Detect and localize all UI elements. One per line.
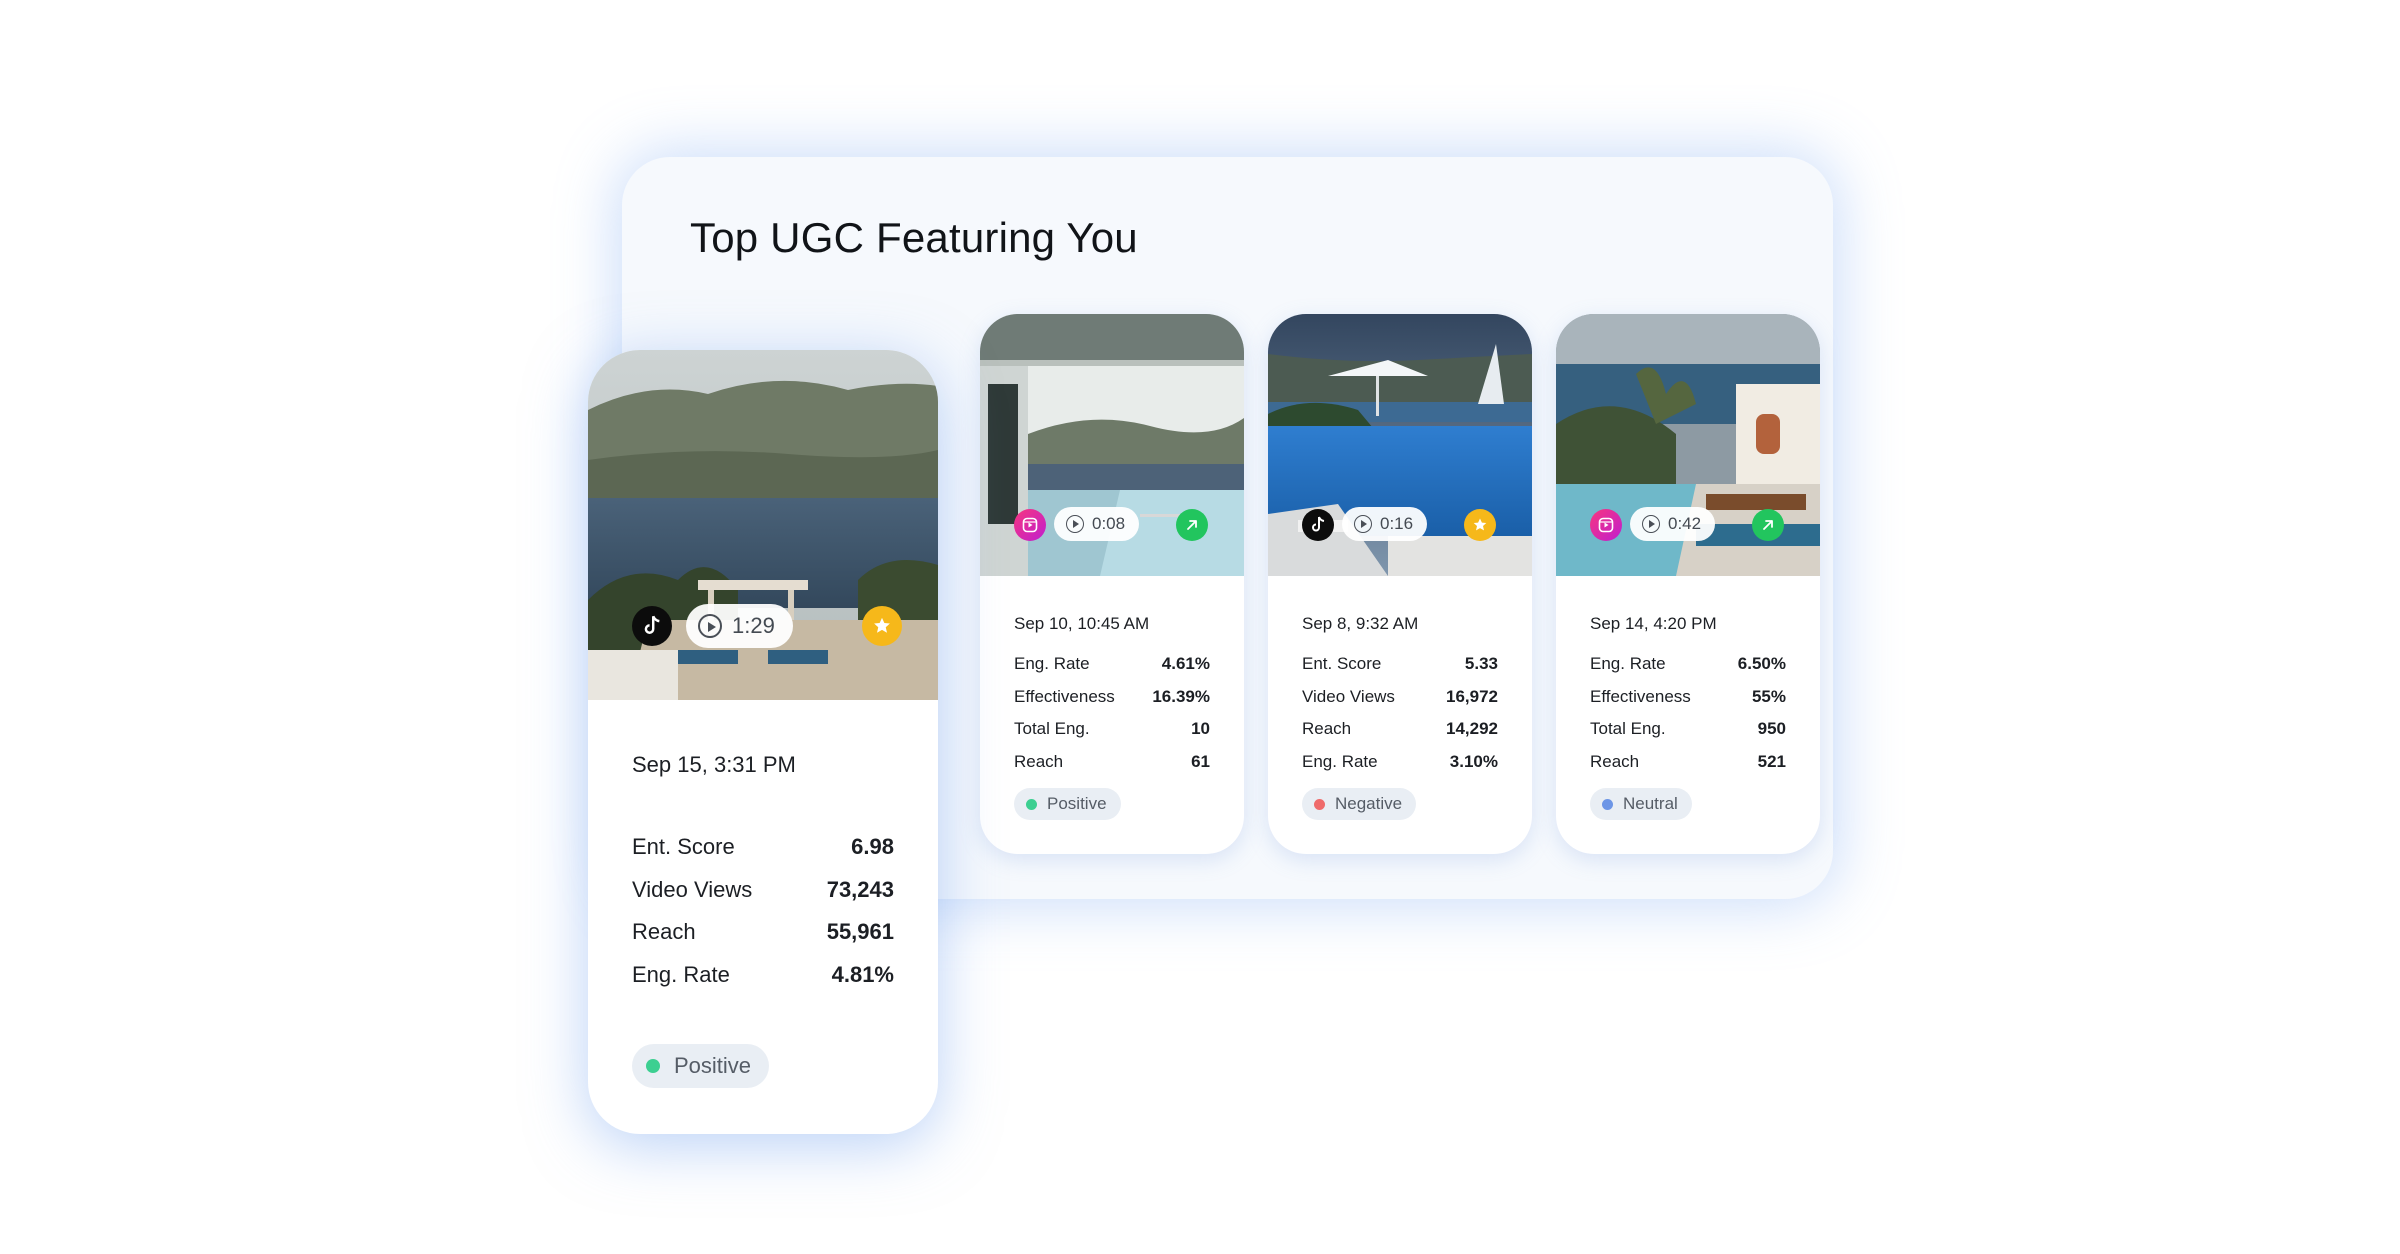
metric-row: Effectiveness 16.39% [1014, 687, 1210, 720]
play-icon [1354, 515, 1372, 533]
trend-arrow-icon [1176, 509, 1208, 541]
metric-row: Eng. Rate 6.50% [1590, 654, 1786, 687]
metrics-list: Eng. Rate 4.61% Effectiveness 16.39% Total… [1014, 654, 1210, 784]
metric-row: Ent. Score 6.98 [632, 834, 894, 877]
metric-label: Video Views [1302, 686, 1395, 706]
metric-row: Reach 14,292 [1302, 719, 1498, 752]
metric-label: Total Eng. [1590, 719, 1666, 738]
metric-value: 5.33 [1464, 654, 1498, 673]
metric-row: Total Eng. 950 [1590, 719, 1786, 752]
sentiment-label: Positive [1047, 794, 1107, 813]
metric-label: Video Views [632, 876, 753, 902]
play-icon [698, 614, 722, 638]
play-icon [1066, 515, 1084, 533]
video-thumbnail[interactable]: 0:16 [1268, 314, 1532, 576]
instagram-reels-icon [1014, 509, 1046, 541]
ugc-card-2[interactable]: 0:16 Sep 8, 9:32 AM Ent. Score 5.33 Video… [1268, 314, 1532, 854]
video-thumbnail[interactable]: 0:42 [1556, 314, 1820, 576]
sentiment-dot [646, 1059, 660, 1073]
duration-chip: 1:29 [686, 604, 793, 648]
metric-label: Reach [1014, 751, 1064, 771]
metric-value: 4.81% [831, 962, 894, 988]
tiktok-icon [1302, 509, 1334, 541]
ugc-card-3[interactable]: 0:42 Sep 14, 4:20 PM Eng. Rate 6.50% Effe… [1556, 314, 1820, 854]
metric-value: 521 [1757, 751, 1786, 771]
metric-row: Reach 521 [1590, 752, 1786, 785]
duration-label: 0:08 [1092, 514, 1126, 533]
duration-label: 0:42 [1668, 514, 1702, 533]
metric-value: 6.98 [851, 834, 894, 859]
sentiment-label: Neutral [1623, 794, 1678, 813]
metric-label: Effectiveness [1590, 686, 1691, 706]
featured-ugc-card[interactable]: 1:29 Sep 15, 3:31 PM Ent. Score 6.98 Vide… [588, 350, 938, 1134]
metric-label: Ent. Score [1302, 654, 1382, 673]
metric-label: Eng. Rate [632, 962, 730, 988]
duration-label: 1:29 [732, 613, 775, 638]
metric-value: 3.10% [1449, 751, 1498, 771]
sentiment-badge: Negative [1302, 788, 1417, 820]
metric-value: 16.39% [1152, 686, 1210, 706]
metric-label: Total Eng. [1014, 719, 1090, 738]
metric-value: 55,961 [826, 919, 894, 945]
metric-row: Eng. Rate 4.61% [1014, 654, 1210, 687]
play-icon [1642, 515, 1660, 533]
sentiment-dot [1314, 798, 1325, 810]
metric-value: 6.50% [1737, 654, 1786, 673]
metric-row: Reach 61 [1014, 752, 1210, 785]
video-thumbnail[interactable]: 0:08 [980, 314, 1244, 576]
instagram-reels-icon [1590, 509, 1622, 541]
sentiment-dot [1602, 798, 1613, 810]
metric-label: Eng. Rate [1302, 751, 1378, 771]
metrics-list: Ent. Score 6.98 Video Views 73,243 Reach 55… [632, 834, 894, 1005]
metric-label: Reach [632, 919, 696, 945]
metric-value: 55% [1751, 686, 1786, 706]
metric-value: 61 [1191, 751, 1210, 771]
metric-value: 950 [1757, 719, 1786, 738]
duration-chip: 0:42 [1630, 507, 1716, 541]
sentiment-label: Positive [674, 1053, 752, 1078]
metric-value: 16,972 [1446, 686, 1498, 706]
metrics-list: Ent. Score 5.33 Video Views 16,972 Reach 14… [1302, 654, 1498, 784]
metric-value: 73,243 [826, 876, 894, 902]
star-icon [1464, 509, 1496, 541]
video-thumbnail[interactable]: 1:29 [588, 350, 938, 700]
post-date: Sep 10, 10:45 AM [1014, 614, 1150, 633]
sentiment-label: Negative [1335, 794, 1403, 813]
metric-label: Reach [1590, 751, 1640, 771]
star-icon [862, 606, 902, 646]
metric-label: Effectiveness [1014, 686, 1115, 706]
duration-label: 0:16 [1380, 514, 1414, 533]
metric-label: Eng. Rate [1590, 654, 1666, 673]
metric-row: Effectiveness 55% [1590, 687, 1786, 720]
sentiment-badge: Neutral [1590, 788, 1692, 820]
duration-chip: 0:08 [1054, 507, 1140, 541]
sentiment-badge: Positive [632, 1044, 770, 1088]
metric-label: Ent. Score [632, 834, 735, 859]
metric-label: Reach [1302, 719, 1352, 738]
sentiment-dot [1026, 798, 1037, 810]
metric-row: Video Views 73,243 [632, 877, 894, 920]
metric-row: Video Views 16,972 [1302, 687, 1498, 720]
post-date: Sep 8, 9:32 AM [1302, 614, 1419, 633]
duration-chip: 0:16 [1342, 507, 1428, 541]
metric-value: 4.61% [1161, 654, 1210, 673]
ugc-card-1[interactable]: 0:08 Sep 10, 10:45 AM Eng. Rate 4.61% Eff… [980, 314, 1244, 854]
metric-row: Eng. Rate 4.81% [632, 962, 894, 1005]
trend-arrow-icon [1752, 509, 1784, 541]
stage: Top UGC Featuring You 0:08 Sep 10, 10:45… [0, 0, 2400, 1254]
metric-row: Ent. Score 5.33 [1302, 654, 1498, 687]
sentiment-badge: Positive [1014, 788, 1121, 820]
post-date: Sep 15, 3:31 PM [632, 752, 796, 777]
metric-row: Reach 55,961 [632, 919, 894, 962]
metrics-list: Eng. Rate 6.50% Effectiveness 55% Total En… [1590, 654, 1786, 784]
tiktok-icon [632, 606, 672, 646]
metric-label: Eng. Rate [1014, 654, 1090, 673]
metric-value: 14,292 [1446, 719, 1498, 738]
panel-title: Top UGC Featuring You [690, 214, 1138, 261]
post-date: Sep 14, 4:20 PM [1590, 614, 1717, 633]
metric-value: 10 [1191, 719, 1210, 738]
metric-row: Eng. Rate 3.10% [1302, 752, 1498, 785]
metric-row: Total Eng. 10 [1014, 719, 1210, 752]
